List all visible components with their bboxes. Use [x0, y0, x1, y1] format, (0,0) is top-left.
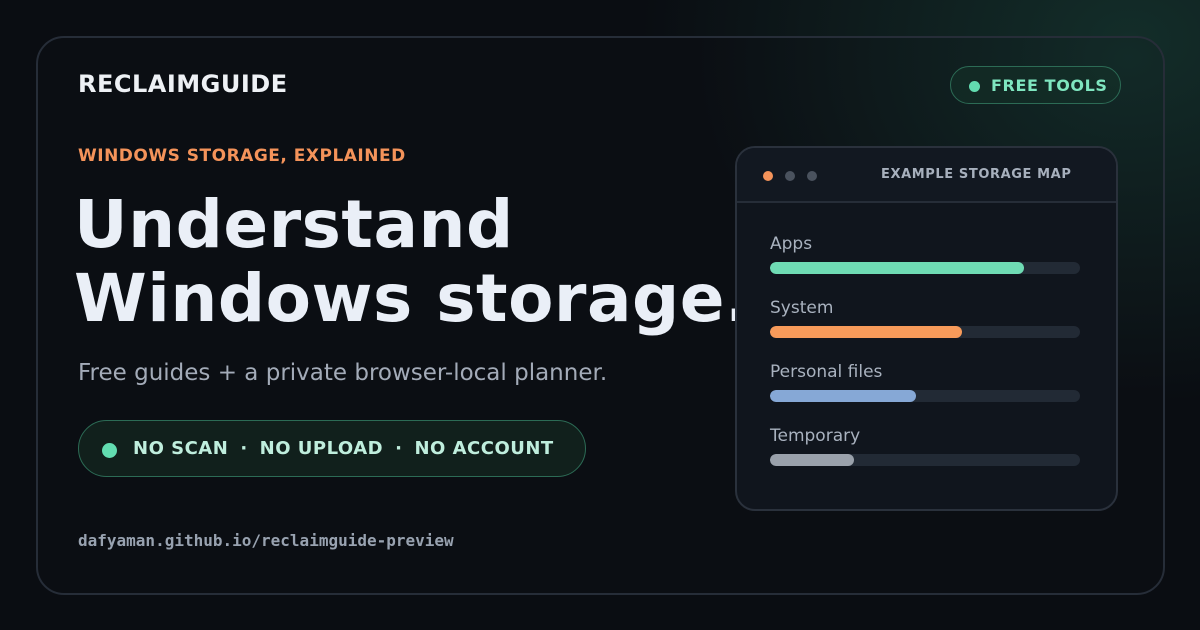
storage-bar-track: [770, 454, 1080, 466]
storage-map-title: EXAMPLE STORAGE MAP: [881, 167, 1072, 182]
storage-row-label: Personal files: [770, 362, 883, 382]
features-list: NO SCAN · NO UPLOAD · NO ACCOUNT: [133, 438, 554, 459]
eyebrow-text: WINDOWS STORAGE, EXPLAINED: [78, 146, 406, 166]
feature-no-upload: NO UPLOAD: [259, 438, 384, 459]
window-dot-icon: [807, 171, 817, 181]
page-title-line-1: Understand: [74, 186, 514, 263]
storage-bar-fill: [770, 262, 1025, 274]
status-dot-icon: [969, 80, 980, 92]
storage-row-temporary: Temporary: [770, 426, 1080, 466]
site-url[interactable]: dafyaman.github.io/reclaimguide-preview: [78, 531, 454, 550]
storage-row-personal-files: Personal files: [770, 362, 1080, 402]
window-dot-icon: [763, 171, 773, 181]
storage-row-label: System: [770, 298, 834, 318]
storage-row-apps: Apps: [770, 234, 1080, 274]
storage-map-header: EXAMPLE STORAGE MAP: [737, 148, 1116, 203]
storage-row-label: Apps: [770, 234, 813, 254]
free-tools-badge[interactable]: FREE TOOLS: [950, 66, 1121, 104]
feature-no-scan: NO SCAN: [133, 438, 229, 459]
brand-logo[interactable]: RECLAIMGUIDE: [78, 70, 288, 98]
features-pill: NO SCAN · NO UPLOAD · NO ACCOUNT: [78, 420, 586, 477]
storage-bar-track: [770, 262, 1080, 274]
feature-separator: ·: [240, 438, 248, 459]
storage-bar-track: [770, 326, 1080, 338]
storage-row-system: System: [770, 298, 1080, 338]
window-dot-icon: [785, 171, 795, 181]
storage-map-card: EXAMPLE STORAGE MAP Apps System Personal…: [735, 146, 1118, 511]
storage-bar-fill: [770, 454, 854, 466]
free-tools-label: FREE TOOLS: [991, 75, 1108, 95]
feature-no-account: NO ACCOUNT: [414, 438, 554, 459]
storage-bar-fill: [770, 390, 916, 402]
storage-bar-track: [770, 390, 1080, 402]
feature-separator: ·: [395, 438, 403, 459]
page-title: Understand Windows storage.: [74, 188, 751, 336]
page-title-line-2: Windows storage.: [74, 260, 751, 337]
storage-row-label: Temporary: [770, 426, 861, 446]
subtitle: Free guides + a private browser-local pl…: [78, 360, 608, 386]
storage-bar-fill: [770, 326, 963, 338]
status-dot-icon: [102, 442, 117, 458]
